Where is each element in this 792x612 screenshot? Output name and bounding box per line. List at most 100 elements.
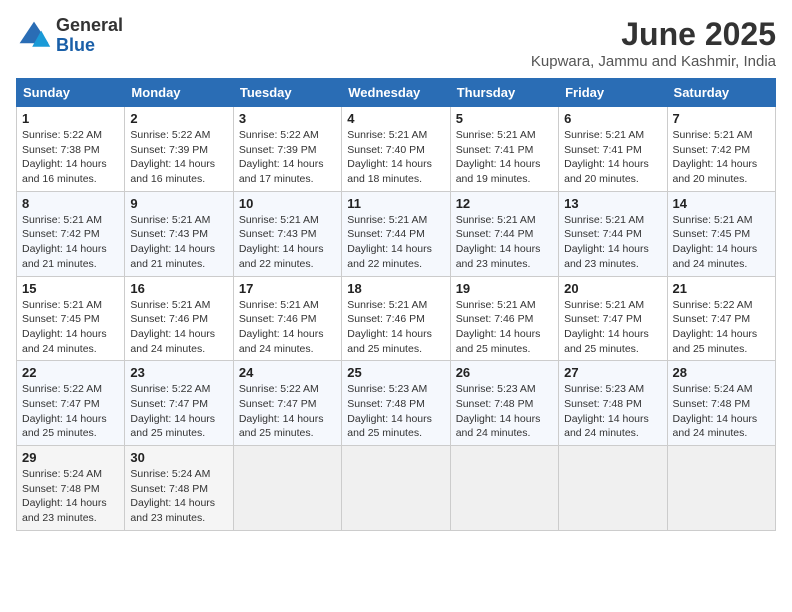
day-number: 6: [564, 111, 661, 126]
weekday-header: Monday: [125, 79, 233, 107]
day-number: 19: [456, 281, 553, 296]
logo-blue: Blue: [56, 36, 123, 56]
day-info: Sunrise: 5:21 AMSunset: 7:42 PMDaylight:…: [22, 213, 119, 272]
calendar-day-cell: [450, 446, 558, 531]
day-number: 13: [564, 196, 661, 211]
day-number: 3: [239, 111, 336, 126]
calendar-table: SundayMondayTuesdayWednesdayThursdayFrid…: [16, 78, 776, 531]
day-info: Sunrise: 5:21 AMSunset: 7:41 PMDaylight:…: [564, 128, 661, 187]
calendar-day-cell: 8 Sunrise: 5:21 AMSunset: 7:42 PMDaylight…: [17, 191, 125, 276]
title-block: June 2025 Kupwara, Jammu and Kashmir, In…: [531, 16, 776, 70]
weekday-header-row: SundayMondayTuesdayWednesdayThursdayFrid…: [17, 79, 776, 107]
calendar-day-cell: 21 Sunrise: 5:22 AMSunset: 7:47 PMDayligh…: [667, 276, 775, 361]
day-number: 10: [239, 196, 336, 211]
day-number: 15: [22, 281, 119, 296]
calendar-day-cell: 3 Sunrise: 5:22 AMSunset: 7:39 PMDaylight…: [233, 107, 341, 192]
day-info: Sunrise: 5:21 AMSunset: 7:40 PMDaylight:…: [347, 128, 444, 187]
calendar-day-cell: 13Sunrise: 5:21 AMSunset: 7:44 PMDayligh…: [559, 191, 667, 276]
day-info: Sunrise: 5:21 AMSunset: 7:46 PMDaylight:…: [239, 298, 336, 357]
day-number: 11: [347, 196, 444, 211]
day-info: Sunrise: 5:21 AMSunset: 7:42 PMDaylight:…: [673, 128, 770, 187]
day-number: 25: [347, 365, 444, 380]
logo-icon: [16, 18, 52, 54]
day-info: Sunrise: 5:24 AMSunset: 7:48 PMDaylight:…: [22, 467, 119, 526]
day-number: 21: [673, 281, 770, 296]
calendar-day-cell: 28Sunrise: 5:24 AMSunset: 7:48 PMDayligh…: [667, 361, 775, 446]
day-info: Sunrise: 5:21 AMSunset: 7:46 PMDaylight:…: [347, 298, 444, 357]
day-number: 29: [22, 450, 119, 465]
day-info: Sunrise: 5:21 AMSunset: 7:46 PMDaylight:…: [130, 298, 227, 357]
weekday-header: Saturday: [667, 79, 775, 107]
day-number: 26: [456, 365, 553, 380]
day-number: 2: [130, 111, 227, 126]
logo-general: General: [56, 16, 123, 36]
calendar-subtitle: Kupwara, Jammu and Kashmir, India: [531, 53, 776, 70]
calendar-day-cell: [667, 446, 775, 531]
day-info: Sunrise: 5:23 AMSunset: 7:48 PMDaylight:…: [456, 382, 553, 441]
calendar-day-cell: 16 Sunrise: 5:21 AMSunset: 7:46 PMDayligh…: [125, 276, 233, 361]
calendar-day-cell: 1Sunrise: 5:22 AMSunset: 7:38 PMDaylight…: [17, 107, 125, 192]
day-number: 4: [347, 111, 444, 126]
weekday-header: Sunday: [17, 79, 125, 107]
calendar-day-cell: 30Sunrise: 5:24 AMSunset: 7:48 PMDayligh…: [125, 446, 233, 531]
day-number: 1: [22, 111, 119, 126]
day-number: 30: [130, 450, 227, 465]
day-number: 17: [239, 281, 336, 296]
day-info: Sunrise: 5:22 AMSunset: 7:47 PMDaylight:…: [22, 382, 119, 441]
calendar-day-cell: 2Sunrise: 5:22 AMSunset: 7:39 PMDaylight…: [125, 107, 233, 192]
calendar-day-cell: 17 Sunrise: 5:21 AMSunset: 7:46 PMDayligh…: [233, 276, 341, 361]
calendar-day-cell: 25 Sunrise: 5:23 AMSunset: 7:48 PMDayligh…: [342, 361, 450, 446]
day-number: 5: [456, 111, 553, 126]
day-info: Sunrise: 5:23 AMSunset: 7:48 PMDaylight:…: [564, 382, 661, 441]
day-info: Sunrise: 5:21 AMSunset: 7:44 PMDaylight:…: [347, 213, 444, 272]
day-number: 20: [564, 281, 661, 296]
day-info: Sunrise: 5:21 AMSunset: 7:45 PMDaylight:…: [673, 213, 770, 272]
logo-text: General Blue: [56, 16, 123, 56]
day-number: 16: [130, 281, 227, 296]
calendar-day-cell: 26 Sunrise: 5:23 AMSunset: 7:48 PMDayligh…: [450, 361, 558, 446]
calendar-day-cell: 7 Sunrise: 5:21 AMSunset: 7:42 PMDaylight…: [667, 107, 775, 192]
calendar-day-cell: 4 Sunrise: 5:21 AMSunset: 7:40 PMDaylight…: [342, 107, 450, 192]
day-number: 24: [239, 365, 336, 380]
calendar-day-cell: 6 Sunrise: 5:21 AMSunset: 7:41 PMDaylight…: [559, 107, 667, 192]
weekday-header: Friday: [559, 79, 667, 107]
calendar-day-cell: 29 Sunrise: 5:24 AMSunset: 7:48 PMDayligh…: [17, 446, 125, 531]
day-number: 8: [22, 196, 119, 211]
day-number: 14: [673, 196, 770, 211]
day-info: Sunrise: 5:22 AMSunset: 7:47 PMDaylight:…: [239, 382, 336, 441]
calendar-day-cell: 18 Sunrise: 5:21 AMSunset: 7:46 PMDayligh…: [342, 276, 450, 361]
calendar-day-cell: 12 Sunrise: 5:21 AMSunset: 7:44 PMDayligh…: [450, 191, 558, 276]
calendar-week-row: 22 Sunrise: 5:22 AMSunset: 7:47 PMDayligh…: [17, 361, 776, 446]
logo: General Blue: [16, 16, 123, 56]
calendar-day-cell: 23 Sunrise: 5:22 AMSunset: 7:47 PMDayligh…: [125, 361, 233, 446]
day-number: 18: [347, 281, 444, 296]
calendar-day-cell: [233, 446, 341, 531]
day-number: 22: [22, 365, 119, 380]
day-number: 12: [456, 196, 553, 211]
day-number: 9: [130, 196, 227, 211]
day-info: Sunrise: 5:23 AMSunset: 7:48 PMDaylight:…: [347, 382, 444, 441]
calendar-day-cell: [342, 446, 450, 531]
calendar-day-cell: 19Sunrise: 5:21 AMSunset: 7:46 PMDayligh…: [450, 276, 558, 361]
calendar-day-cell: 11 Sunrise: 5:21 AMSunset: 7:44 PMDayligh…: [342, 191, 450, 276]
calendar-day-cell: 24 Sunrise: 5:22 AMSunset: 7:47 PMDayligh…: [233, 361, 341, 446]
calendar-day-cell: 9 Sunrise: 5:21 AMSunset: 7:43 PMDaylight…: [125, 191, 233, 276]
day-info: Sunrise: 5:22 AMSunset: 7:39 PMDaylight:…: [239, 128, 336, 187]
calendar-day-cell: 20 Sunrise: 5:21 AMSunset: 7:47 PMDayligh…: [559, 276, 667, 361]
day-info: Sunrise: 5:21 AMSunset: 7:44 PMDaylight:…: [456, 213, 553, 272]
day-info: Sunrise: 5:21 AMSunset: 7:45 PMDaylight:…: [22, 298, 119, 357]
day-info: Sunrise: 5:22 AMSunset: 7:47 PMDaylight:…: [673, 298, 770, 357]
day-info: Sunrise: 5:21 AMSunset: 7:43 PMDaylight:…: [130, 213, 227, 272]
calendar-day-cell: 15 Sunrise: 5:21 AMSunset: 7:45 PMDayligh…: [17, 276, 125, 361]
day-info: Sunrise: 5:21 AMSunset: 7:41 PMDaylight:…: [456, 128, 553, 187]
day-info: Sunrise: 5:22 AMSunset: 7:47 PMDaylight:…: [130, 382, 227, 441]
day-info: Sunrise: 5:21 AMSunset: 7:47 PMDaylight:…: [564, 298, 661, 357]
page-header: General Blue June 2025 Kupwara, Jammu an…: [16, 16, 776, 70]
calendar-day-cell: 10Sunrise: 5:21 AMSunset: 7:43 PMDayligh…: [233, 191, 341, 276]
day-number: 27: [564, 365, 661, 380]
day-number: 23: [130, 365, 227, 380]
day-info: Sunrise: 5:24 AMSunset: 7:48 PMDaylight:…: [673, 382, 770, 441]
day-number: 7: [673, 111, 770, 126]
calendar-day-cell: 5 Sunrise: 5:21 AMSunset: 7:41 PMDaylight…: [450, 107, 558, 192]
calendar-week-row: 1Sunrise: 5:22 AMSunset: 7:38 PMDaylight…: [17, 107, 776, 192]
